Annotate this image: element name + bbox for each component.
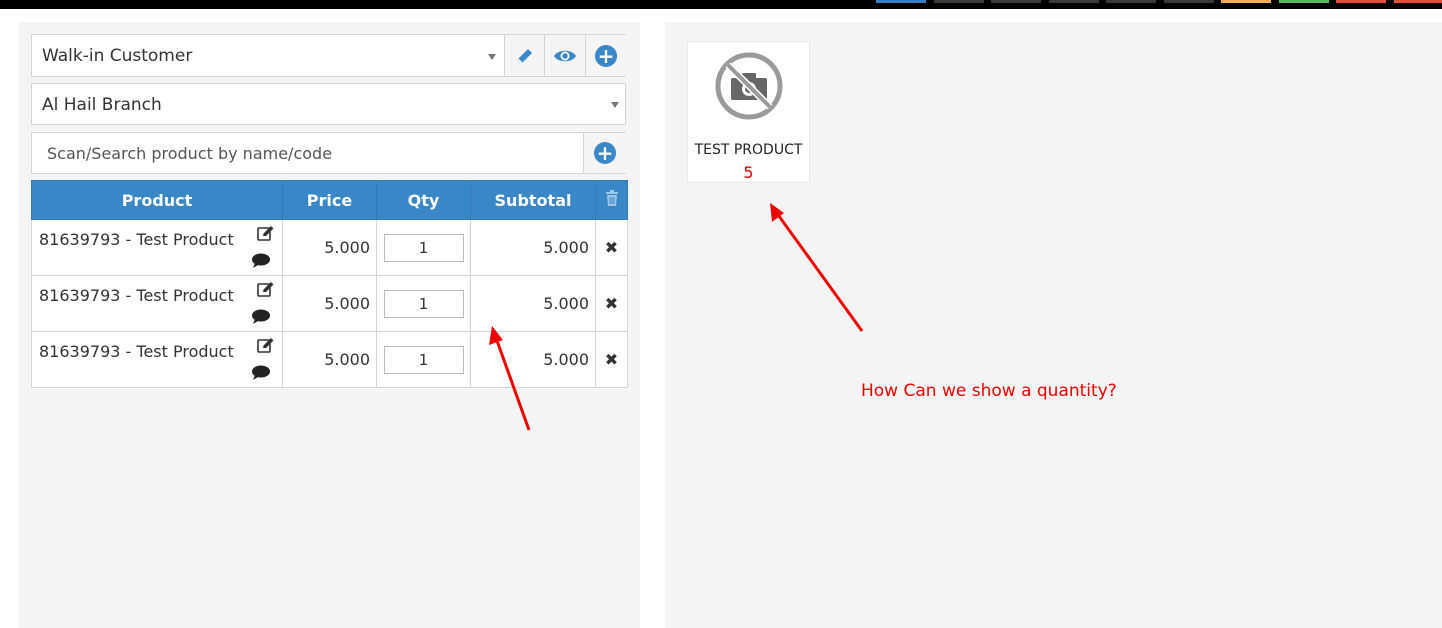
annotation-text: How Can we show a quantity? <box>861 381 1117 401</box>
arrow-to-qty-column <box>489 326 531 431</box>
annotation-arrows <box>489 203 864 431</box>
arrow-to-product-card <box>770 203 864 332</box>
